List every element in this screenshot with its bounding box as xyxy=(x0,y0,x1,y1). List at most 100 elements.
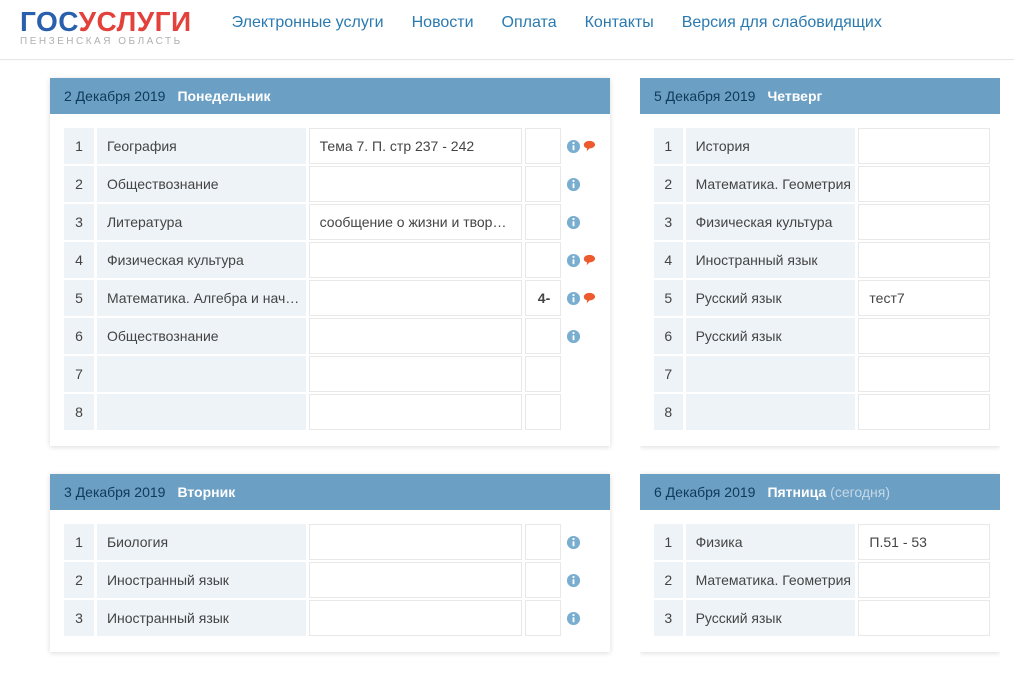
lesson-row: 4Иностранный язык xyxy=(654,242,990,278)
lesson-row: 1Биология xyxy=(64,524,600,560)
lesson-icons xyxy=(564,280,600,316)
info-icon[interactable] xyxy=(566,329,581,344)
lesson-number: 7 xyxy=(64,356,94,392)
info-icon[interactable] xyxy=(566,291,581,306)
lesson-subject: Русский язык xyxy=(686,280,856,316)
lesson-row: 3Иностранный язык xyxy=(64,600,600,636)
info-icon[interactable] xyxy=(566,253,581,268)
lesson-grade xyxy=(525,356,561,392)
lesson-icons xyxy=(564,394,600,430)
lesson-homework xyxy=(309,318,523,354)
lesson-subject: Физическая культура xyxy=(97,242,306,278)
lesson-subject: Иностранный язык xyxy=(686,242,856,278)
logo-gos: ГОС xyxy=(20,6,79,37)
lesson-icons xyxy=(564,128,600,164)
lesson-row: 2Иностранный язык xyxy=(64,562,600,598)
lesson-grade xyxy=(525,394,561,430)
lesson-homework xyxy=(309,600,523,636)
left-column: 2 Декабря 2019Понедельник1ГеографияТема … xyxy=(50,78,610,680)
lesson-number: 2 xyxy=(64,166,94,202)
nav-payment[interactable]: Оплата xyxy=(502,14,557,32)
lesson-number: 5 xyxy=(64,280,94,316)
info-icon[interactable] xyxy=(566,215,581,230)
lesson-homework xyxy=(858,166,990,202)
right-column: 5 Декабря 2019Четверг1История2Математика… xyxy=(640,78,1000,680)
lesson-subject xyxy=(97,356,306,392)
day-body: 1ФизикаП.51 - 532Математика. Геометрия3Р… xyxy=(640,510,1000,652)
lesson-icons xyxy=(564,600,600,636)
lesson-row: 7 xyxy=(654,356,990,392)
lesson-row: 2Обществознание xyxy=(64,166,600,202)
lesson-homework xyxy=(858,204,990,240)
lesson-icons xyxy=(564,562,600,598)
lesson-grade xyxy=(525,600,561,636)
lesson-number: 2 xyxy=(654,166,683,202)
lesson-homework xyxy=(858,356,990,392)
lesson-icons xyxy=(564,318,600,354)
lesson-grade xyxy=(525,242,561,278)
lesson-number: 3 xyxy=(64,600,94,636)
lesson-row: 8 xyxy=(654,394,990,430)
day-header: 2 Декабря 2019Понедельник xyxy=(50,78,610,114)
lesson-homework xyxy=(858,600,990,636)
info-icon[interactable] xyxy=(566,573,581,588)
info-icon[interactable] xyxy=(566,177,581,192)
comment-icon[interactable] xyxy=(582,139,597,154)
lesson-row: 2Математика. Геометрия xyxy=(654,562,990,598)
lesson-number: 1 xyxy=(654,128,683,164)
main-nav: Электронные услуги Новости Оплата Контак… xyxy=(232,8,882,32)
lesson-row: 1История xyxy=(654,128,990,164)
lesson-homework: П.51 - 53 xyxy=(858,524,990,560)
day-header: 6 Декабря 2019Пятница (сегодня) xyxy=(640,474,1000,510)
lesson-row: 4Физическая культура xyxy=(64,242,600,278)
lesson-subject: Физическая культура xyxy=(686,204,856,240)
lesson-homework xyxy=(309,280,523,316)
lesson-homework xyxy=(309,356,523,392)
day-body: 1Биология2Иностранный язык3Иностранный я… xyxy=(50,510,610,652)
info-icon[interactable] xyxy=(566,611,581,626)
lesson-homework xyxy=(309,562,523,598)
lesson-subject: Иностранный язык xyxy=(97,600,306,636)
lesson-row: 7 xyxy=(64,356,600,392)
header-divider xyxy=(0,59,1014,60)
lesson-row: 6Обществознание xyxy=(64,318,600,354)
lesson-row: 8 xyxy=(64,394,600,430)
lesson-icons xyxy=(564,204,600,240)
nav-services[interactable]: Электронные услуги xyxy=(232,14,384,32)
lesson-grade xyxy=(525,318,561,354)
nav-contacts[interactable]: Контакты xyxy=(585,14,654,32)
lesson-number: 3 xyxy=(64,204,94,240)
lesson-subject xyxy=(97,394,306,430)
lesson-subject: Литература xyxy=(97,204,306,240)
lesson-row: 3Литературасообщение о жизни и твор… xyxy=(64,204,600,240)
lesson-homework xyxy=(858,128,990,164)
logo[interactable]: ГОСУСЛУГИ ПЕНЗЕНСКАЯ ОБЛАСТЬ xyxy=(20,8,192,47)
lesson-number: 1 xyxy=(64,524,94,560)
lesson-grade: 4- xyxy=(525,280,561,316)
lesson-icons xyxy=(564,242,600,278)
info-icon[interactable] xyxy=(566,139,581,154)
lesson-grade xyxy=(525,128,561,164)
day-date: 5 Декабря 2019 xyxy=(654,88,755,104)
day-block-tuesday: 3 Декабря 2019Вторник1Биология2Иностранн… xyxy=(50,474,610,652)
day-header: 3 Декабря 2019Вторник xyxy=(50,474,610,510)
lesson-number: 3 xyxy=(654,600,683,636)
lesson-row: 5Математика. Алгебра и нач…4- xyxy=(64,280,600,316)
nav-news[interactable]: Новости xyxy=(412,14,474,32)
lesson-subject: Физика xyxy=(686,524,856,560)
header: ГОСУСЛУГИ ПЕНЗЕНСКАЯ ОБЛАСТЬ Электронные… xyxy=(0,0,1014,59)
comment-icon[interactable] xyxy=(582,253,597,268)
lesson-number: 2 xyxy=(64,562,94,598)
lesson-subject xyxy=(686,356,856,392)
day-body: 1История2Математика. Геометрия3Физическа… xyxy=(640,114,1000,446)
lesson-subject: Иностранный язык xyxy=(97,562,306,598)
logo-usl: УСЛУГИ xyxy=(79,6,192,37)
lesson-subject: Обществознание xyxy=(97,318,306,354)
lesson-number: 1 xyxy=(654,524,683,560)
lesson-subject: Русский язык xyxy=(686,318,856,354)
nav-accessibility[interactable]: Версия для слабовидящих xyxy=(682,14,882,32)
lesson-row: 3Русский язык xyxy=(654,600,990,636)
day-of-week: Понедельник xyxy=(177,88,270,104)
comment-icon[interactable] xyxy=(582,291,597,306)
info-icon[interactable] xyxy=(566,535,581,550)
